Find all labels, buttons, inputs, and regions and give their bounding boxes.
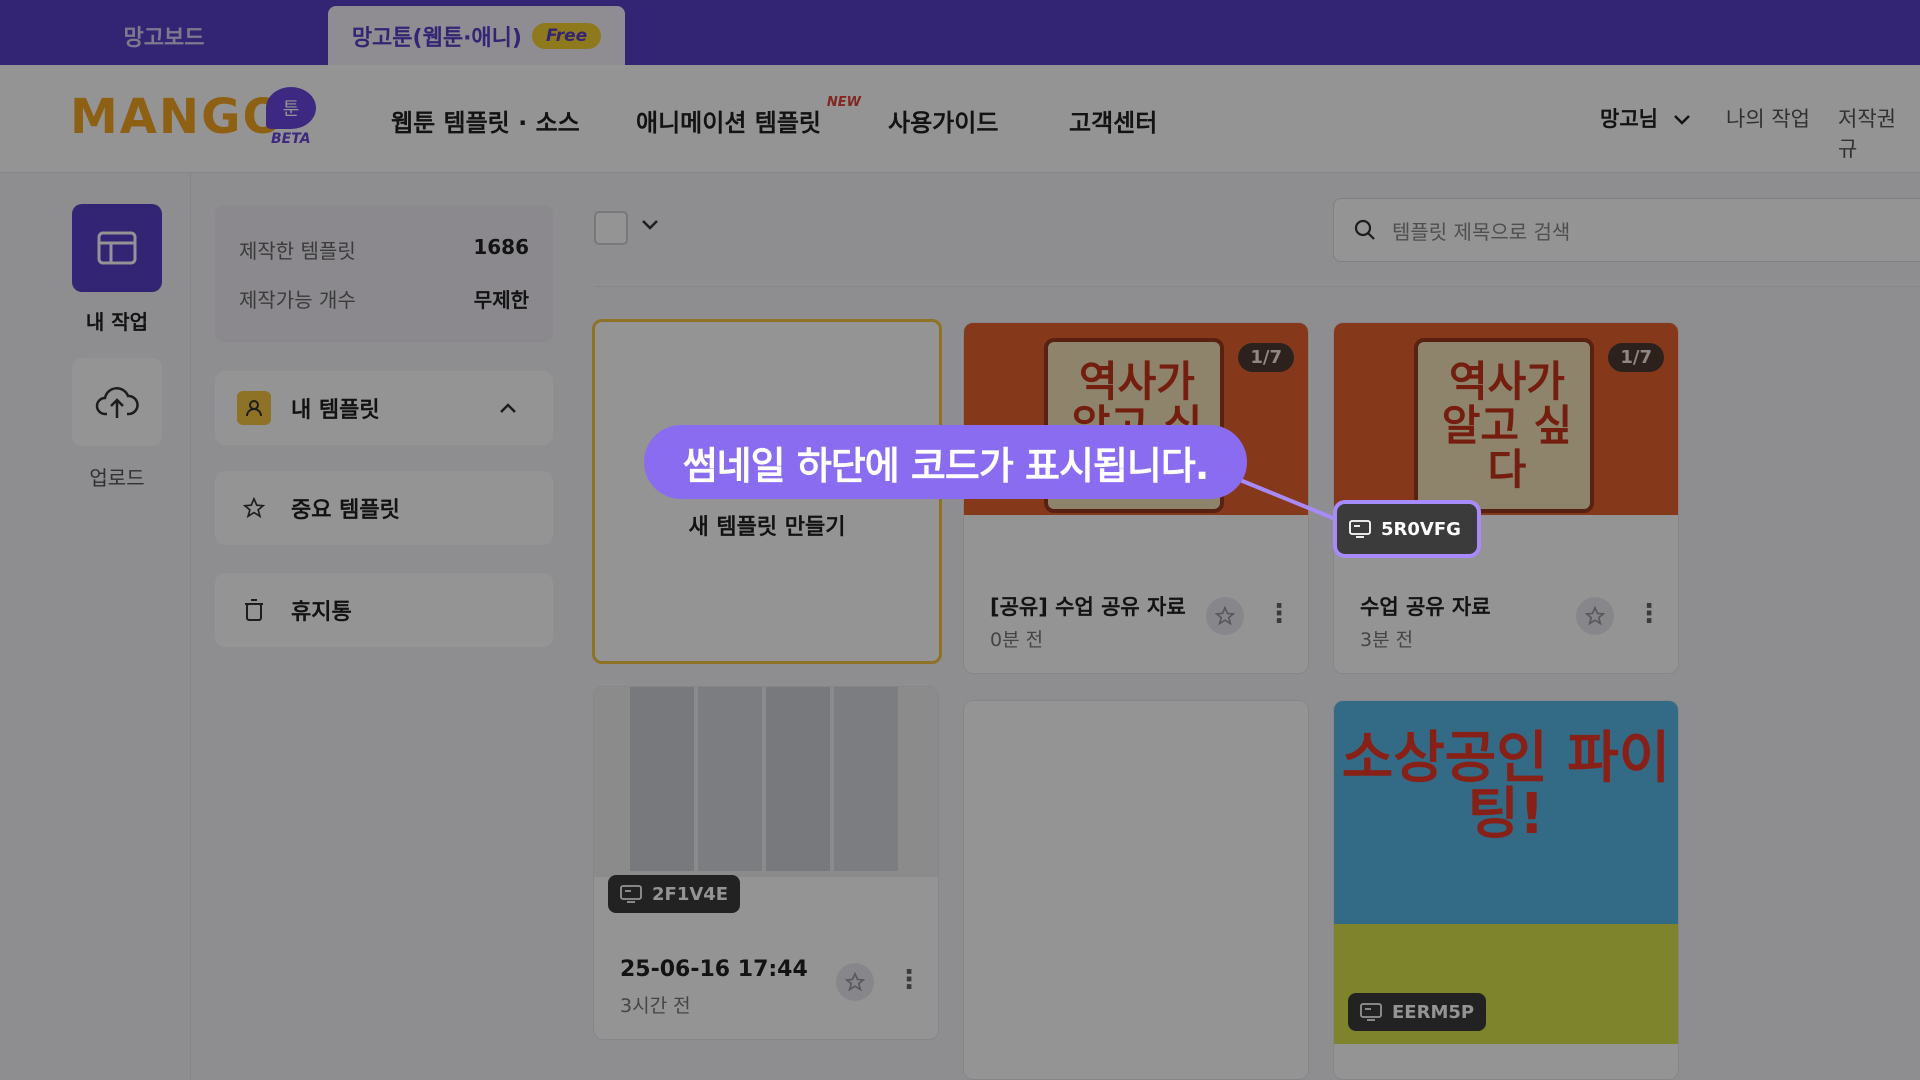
- tutorial-tooltip: 썸네일 하단에 코드가 표시됩니다.: [644, 425, 1247, 499]
- monitor-icon: [1349, 520, 1371, 538]
- highlighted-code-badge: 5R0VFG: [1333, 500, 1481, 558]
- tooltip-connector: [1239, 478, 1339, 522]
- code-text: 5R0VFG: [1381, 518, 1461, 540]
